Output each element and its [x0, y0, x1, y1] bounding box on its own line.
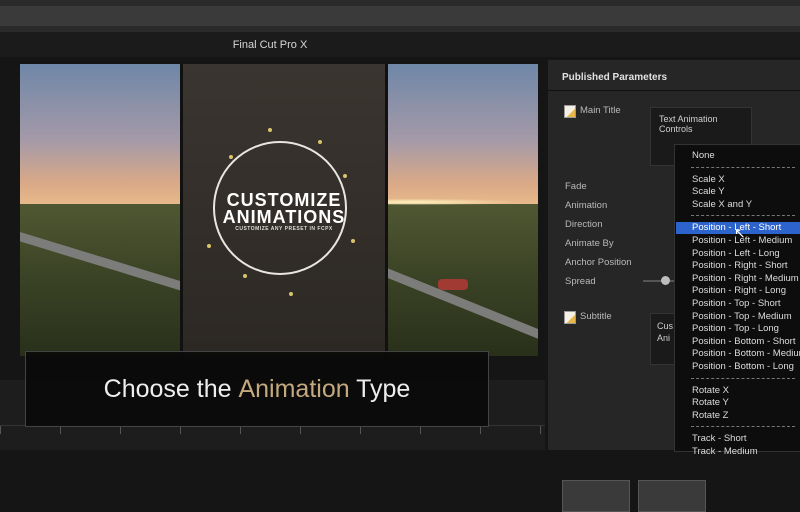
clip-thumbnail[interactable] [562, 480, 630, 512]
menu-item[interactable]: Scale X [676, 174, 800, 186]
menu-item[interactable]: Rotate X [676, 385, 800, 397]
divider [548, 90, 800, 91]
sparkle-dot [243, 274, 247, 278]
sparkle-dot [207, 244, 211, 248]
menu-item[interactable]: Rotate Z [676, 410, 800, 422]
menu-item[interactable]: Position - Bottom - Medium [676, 348, 800, 360]
menu-item[interactable]: None [676, 150, 800, 162]
subtitle-controls-line2: Ani [657, 333, 671, 343]
animation-type-menu[interactable]: None Scale X Scale Y Scale X and Y Position … [674, 144, 800, 457]
sky [382, 64, 538, 204]
menu-item[interactable]: Position - Right - Short [676, 260, 800, 272]
sparkle-dot [289, 292, 293, 296]
text-animation-controls-label: Text Animation Controls [659, 114, 718, 134]
sparkle-dot [229, 155, 233, 159]
text-layer-icon [564, 105, 576, 118]
mouse-cursor-icon: ↖ [734, 225, 746, 241]
menu-item[interactable]: Position - Right - Long [676, 285, 800, 297]
menu-item[interactable]: Scale X and Y [676, 199, 800, 211]
menu-item[interactable]: Position - Top - Long [676, 323, 800, 335]
footage-left [20, 64, 212, 356]
top-toolbar [0, 0, 800, 33]
param-animate-by: Animate By [565, 238, 614, 249]
param-fade: Fade [565, 181, 587, 192]
clip-thumbnail[interactable] [638, 480, 706, 512]
sparkle-dot [268, 128, 272, 132]
menu-separator [691, 426, 795, 428]
caption-text-2: Type [349, 374, 411, 403]
caption-accent: Animation [238, 374, 350, 403]
menu-item[interactable]: Rotate Y [676, 397, 800, 409]
inspector-header: Published Parameters [562, 72, 668, 83]
text-layer-icon [564, 311, 576, 324]
window-titlebar: Final Cut Pro X [0, 33, 800, 57]
menu-item[interactable]: Track - Medium [676, 446, 800, 458]
menu-item[interactable]: Position - Bottom - Short [676, 336, 800, 348]
menu-item[interactable]: Position - Left - Long [676, 248, 800, 260]
sun-glow [382, 198, 538, 206]
menu-separator [691, 377, 795, 379]
subtitle-label: Subtitle [580, 311, 612, 322]
main-title-label: Main Title [580, 105, 621, 116]
video-viewer[interactable]: CUSTOMIZE ANIMATIONS CUSTOMIZE ANY PRESE… [20, 64, 538, 356]
menu-separator [691, 166, 795, 168]
headline-line2: ANIMATIONS [222, 207, 346, 227]
caption-text-1: Choose the [103, 374, 239, 403]
title-overlay[interactable]: CUSTOMIZE ANIMATIONS CUSTOMIZE ANY PRESE… [180, 64, 388, 356]
menu-item[interactable]: Position - Top - Short [676, 298, 800, 310]
tutorial-caption: Choose the Animation Type [25, 351, 489, 427]
sparkle-dot [343, 174, 347, 178]
sparkle-dot [318, 140, 322, 144]
sky [20, 64, 180, 204]
menu-item[interactable]: Track - Short [676, 433, 800, 445]
sparkle-dot [351, 239, 355, 243]
footage-right [378, 64, 538, 356]
param-direction: Direction [565, 219, 603, 230]
subtitle-controls-line1: Cus [657, 321, 674, 331]
param-spread: Spread [565, 276, 596, 287]
param-anchor-position: Anchor Position [565, 257, 632, 268]
param-animation: Animation [565, 200, 608, 211]
spread-slider-knob[interactable] [661, 276, 670, 285]
headline-subline: CUSTOMIZE ANY PRESET IN FCPX [235, 226, 333, 232]
menu-separator [691, 215, 795, 217]
menu-item[interactable]: Position - Right - Medium [676, 273, 800, 285]
menu-item[interactable]: Position - Top - Medium [676, 311, 800, 323]
red-car [438, 279, 468, 290]
toolbar-strip [0, 6, 800, 26]
menu-item[interactable]: Position - Bottom - Long [676, 361, 800, 373]
window-title: Final Cut Pro X [232, 39, 308, 51]
menu-item[interactable]: Scale Y [676, 186, 800, 198]
